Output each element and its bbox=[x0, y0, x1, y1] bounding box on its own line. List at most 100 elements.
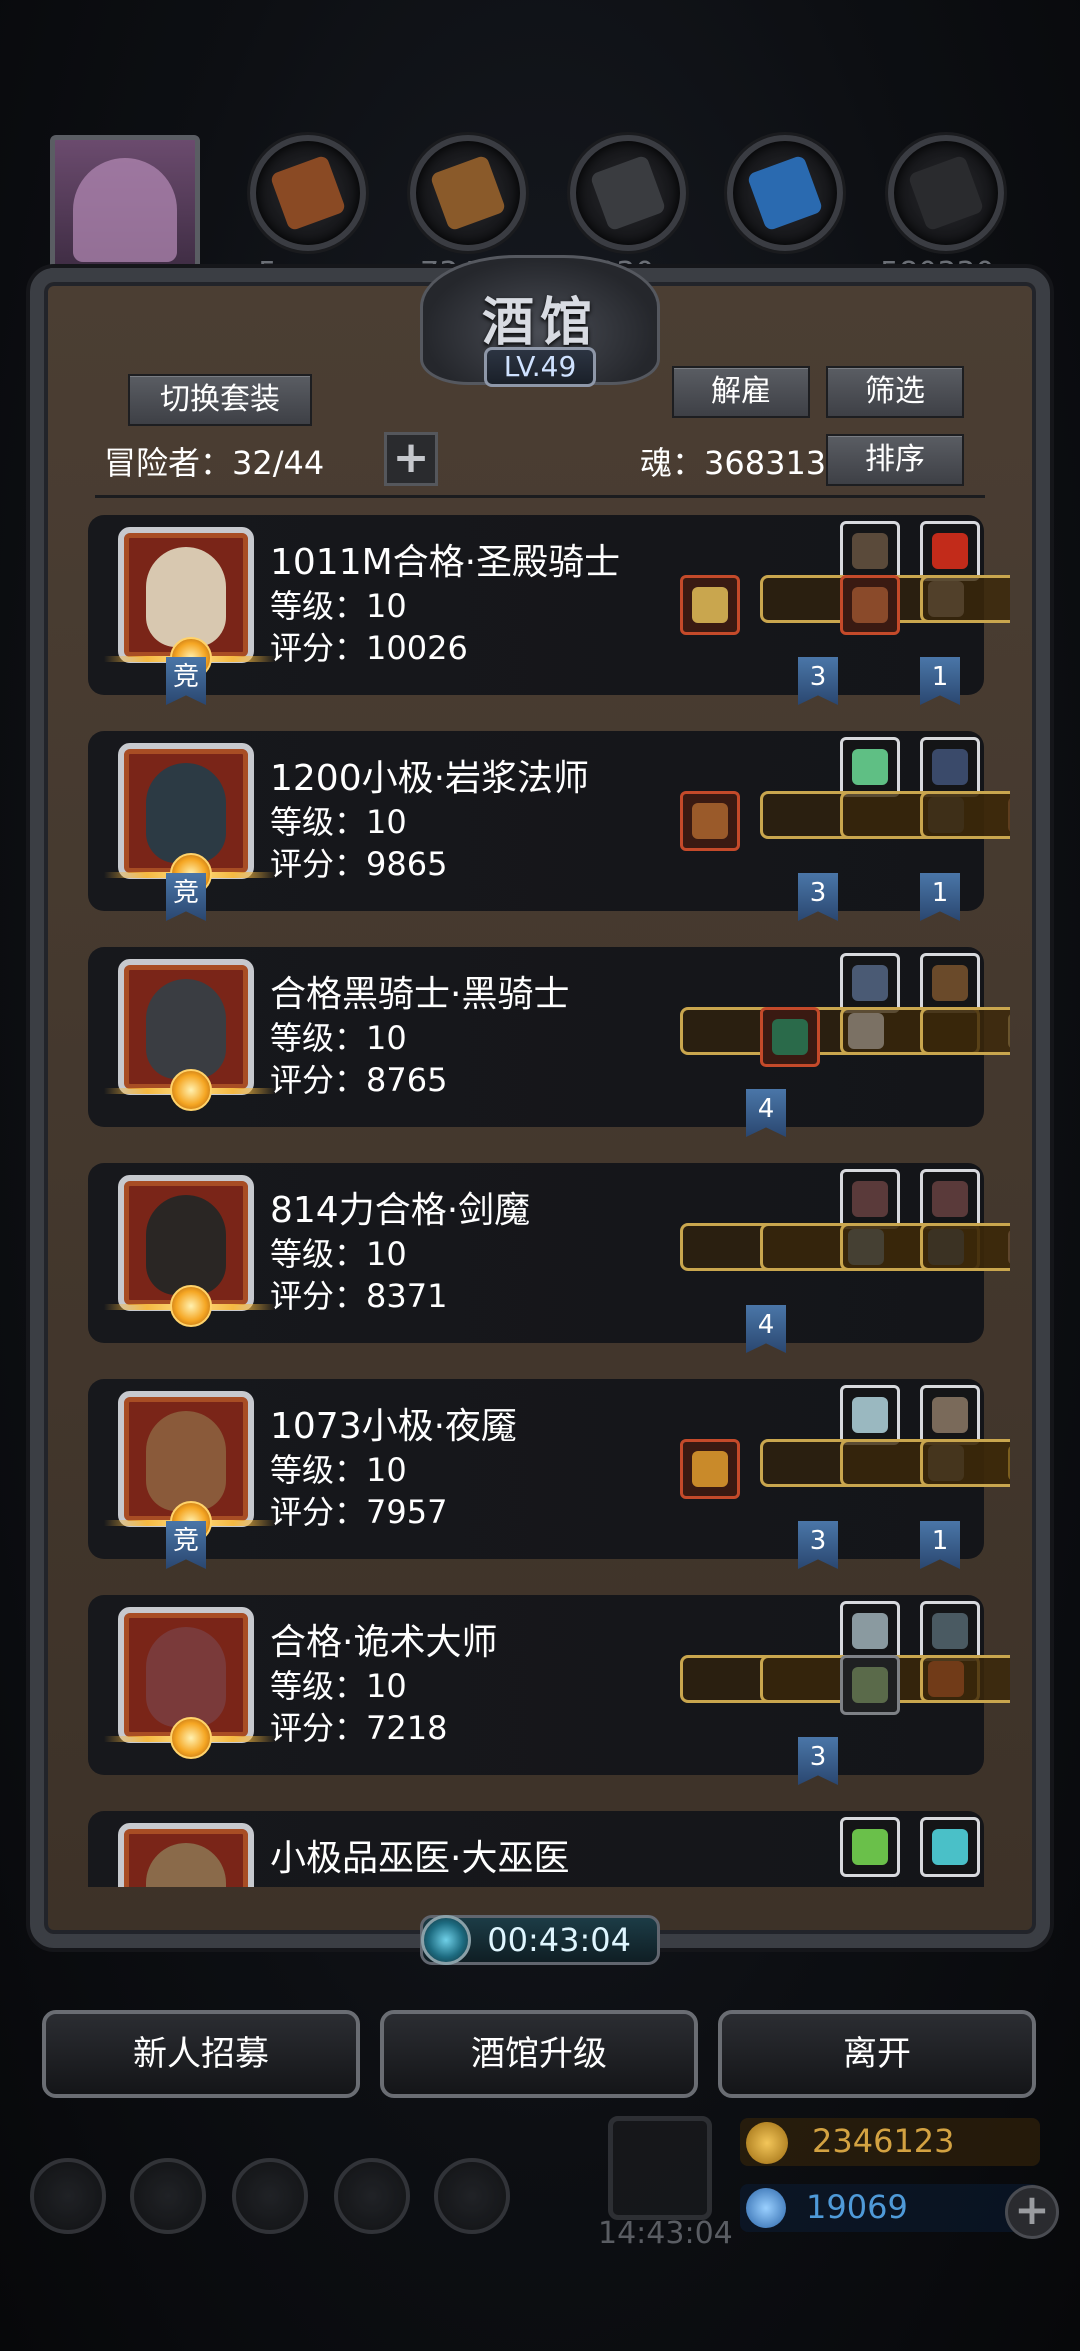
equipment-slot[interactable] bbox=[920, 737, 980, 797]
hero-avatar[interactable] bbox=[104, 1175, 276, 1327]
equipment-slot[interactable] bbox=[680, 575, 740, 635]
gem-counter: 19069 bbox=[740, 2184, 1040, 2232]
hero-list[interactable]: 1011M合格·圣殿骑士 等级：10 评分：10026 竞 3 1 1200小极·岩浆法师等… bbox=[70, 505, 1010, 1887]
equipment-slot[interactable] bbox=[920, 1169, 980, 1229]
resource-crystal-icon[interactable] bbox=[727, 135, 843, 251]
hero-avatar[interactable] bbox=[104, 1391, 276, 1543]
resource-stone-icon[interactable] bbox=[888, 135, 1004, 251]
equipment-slot[interactable] bbox=[920, 1601, 980, 1661]
equipment-icon bbox=[932, 965, 968, 1001]
soul-count: 魂：368313 bbox=[640, 444, 827, 482]
equipment-slot[interactable] bbox=[840, 1385, 900, 1445]
hero-card[interactable]: 合格黑骑士·黑骑士 等级：10 评分：8765 bbox=[88, 947, 1010, 1127]
hero-portrait bbox=[146, 763, 226, 863]
timer-text: 00:43:04 bbox=[487, 1921, 631, 1959]
equipment-slot[interactable] bbox=[840, 575, 900, 635]
slot-tag: 3 bbox=[798, 1521, 838, 1569]
equipment-slot[interactable] bbox=[920, 1655, 1010, 1703]
sort-button[interactable]: 排序 bbox=[826, 434, 964, 486]
mail-icon[interactable] bbox=[334, 2158, 410, 2234]
equipment-icon bbox=[932, 1181, 968, 1217]
player-portrait[interactable] bbox=[50, 135, 200, 285]
rank-sun-icon bbox=[104, 1285, 276, 1327]
settings-icon[interactable] bbox=[30, 2158, 106, 2234]
recruit-button[interactable]: 新人招募 bbox=[42, 2010, 360, 2098]
equipment-slot[interactable] bbox=[840, 1601, 900, 1661]
leave-button[interactable]: 离开 bbox=[718, 2010, 1036, 2098]
gift-icon[interactable] bbox=[608, 2116, 712, 2220]
equipment-slot[interactable] bbox=[840, 521, 900, 581]
equipment-slot[interactable] bbox=[840, 953, 900, 1013]
equipment-icon bbox=[932, 1397, 968, 1433]
map-icon[interactable] bbox=[434, 2158, 510, 2234]
hero-avatar[interactable] bbox=[104, 527, 276, 679]
hero-score: 评分：10026 bbox=[270, 629, 468, 667]
rank-sun-icon bbox=[104, 1069, 276, 1111]
slot-tag: 竞 bbox=[166, 1521, 206, 1569]
hero-avatar[interactable] bbox=[104, 743, 276, 895]
add-adventurer-button[interactable]: + bbox=[384, 432, 438, 486]
equipment-icon bbox=[932, 1829, 968, 1865]
hero-card[interactable]: 814力合格·剑魔 等级：10 评分：8371 bbox=[88, 1163, 1010, 1343]
equipment-slot[interactable] bbox=[680, 791, 740, 851]
equipment-slot[interactable] bbox=[840, 1655, 900, 1715]
equipment-slot[interactable] bbox=[920, 1817, 980, 1877]
gold-counter: 2346123 bbox=[740, 2118, 1040, 2166]
hero-avatar[interactable] bbox=[104, 959, 276, 1111]
hero-portrait bbox=[146, 547, 226, 647]
add-currency-button[interactable]: + bbox=[1005, 2185, 1059, 2239]
hero-level: 等级：10 bbox=[270, 1019, 407, 1057]
game-clock: 14:43:04 bbox=[598, 2216, 733, 2251]
hero-score: 评分：9865 bbox=[270, 845, 448, 883]
hero-score: 评分：8765 bbox=[270, 1061, 448, 1099]
castle-icon[interactable] bbox=[232, 2158, 308, 2234]
equipment-slot[interactable] bbox=[920, 1385, 980, 1445]
hero-portrait bbox=[146, 979, 226, 1079]
clock-icon bbox=[421, 1915, 471, 1965]
refresh-timer: 00:43:04 bbox=[420, 1915, 660, 1965]
equipment-slot[interactable] bbox=[840, 1817, 900, 1877]
hero-card[interactable]: 1073小极·夜魇 等级：10 评分：7957 bbox=[88, 1379, 1010, 1559]
equipment-slot[interactable] bbox=[680, 1439, 740, 1499]
equipment-icon bbox=[932, 749, 968, 785]
equipment-icon bbox=[772, 1019, 808, 1055]
resource-wood-icon[interactable] bbox=[410, 135, 526, 251]
equipment-icon bbox=[852, 1397, 888, 1433]
gem-icon bbox=[746, 2188, 786, 2228]
upgrade-tavern-button[interactable]: 酒馆升级 bbox=[380, 2010, 698, 2098]
hero-card[interactable]: 1011M合格·圣殿骑士 等级：10 评分：10026 bbox=[88, 515, 1010, 695]
hero-name: 1200小极·岩浆法师 bbox=[270, 758, 590, 799]
hero-card[interactable]: 合格·诡术大师 等级：10 评分：7218 bbox=[88, 1595, 1010, 1775]
slot-tag: 4 bbox=[746, 1089, 786, 1137]
equipment-slot[interactable] bbox=[920, 1439, 1010, 1487]
dismiss-button[interactable]: 解雇 bbox=[672, 366, 810, 418]
filter-button[interactable]: 筛选 bbox=[826, 366, 964, 418]
hero-portrait bbox=[146, 1843, 226, 1887]
hero-card[interactable]: 小极品巫医·大巫医 bbox=[88, 1811, 984, 1887]
resource-meat-icon[interactable] bbox=[250, 135, 366, 251]
hero-portrait bbox=[146, 1195, 226, 1295]
hero-avatar[interactable] bbox=[118, 1823, 254, 1887]
equipment-icon bbox=[932, 1613, 968, 1649]
hero-card[interactable]: 1200小极·岩浆法师 等级：10 评分：9865 bbox=[88, 731, 1010, 911]
equipment-icon bbox=[852, 749, 888, 785]
slot-tag: 4 bbox=[746, 1305, 786, 1353]
equipment-slot[interactable] bbox=[920, 521, 980, 581]
hero-name: 小极品巫医·大巫医 bbox=[270, 1838, 570, 1879]
hero-icon[interactable] bbox=[130, 2158, 206, 2234]
equipment-slot[interactable] bbox=[920, 791, 1010, 839]
equipment-slot[interactable] bbox=[840, 1169, 900, 1229]
equipment-slot[interactable] bbox=[920, 1223, 1010, 1271]
hero-score: 评分：7218 bbox=[270, 1709, 448, 1747]
equipment-slot[interactable] bbox=[920, 1007, 1010, 1055]
hero-avatar[interactable] bbox=[104, 1607, 276, 1759]
switch-set-button[interactable]: 切换套装 bbox=[128, 374, 312, 426]
equipment-slot[interactable] bbox=[840, 737, 900, 797]
hero-name: 1011M合格·圣殿骑士 bbox=[270, 542, 621, 583]
resource-iron-icon[interactable] bbox=[570, 135, 686, 251]
panel-title: 酒馆 bbox=[481, 292, 598, 353]
equipment-slot[interactable] bbox=[920, 953, 980, 1013]
equipment-slot[interactable] bbox=[920, 575, 1010, 623]
hero-portrait bbox=[146, 1411, 226, 1511]
equipment-slot[interactable] bbox=[760, 1007, 820, 1067]
